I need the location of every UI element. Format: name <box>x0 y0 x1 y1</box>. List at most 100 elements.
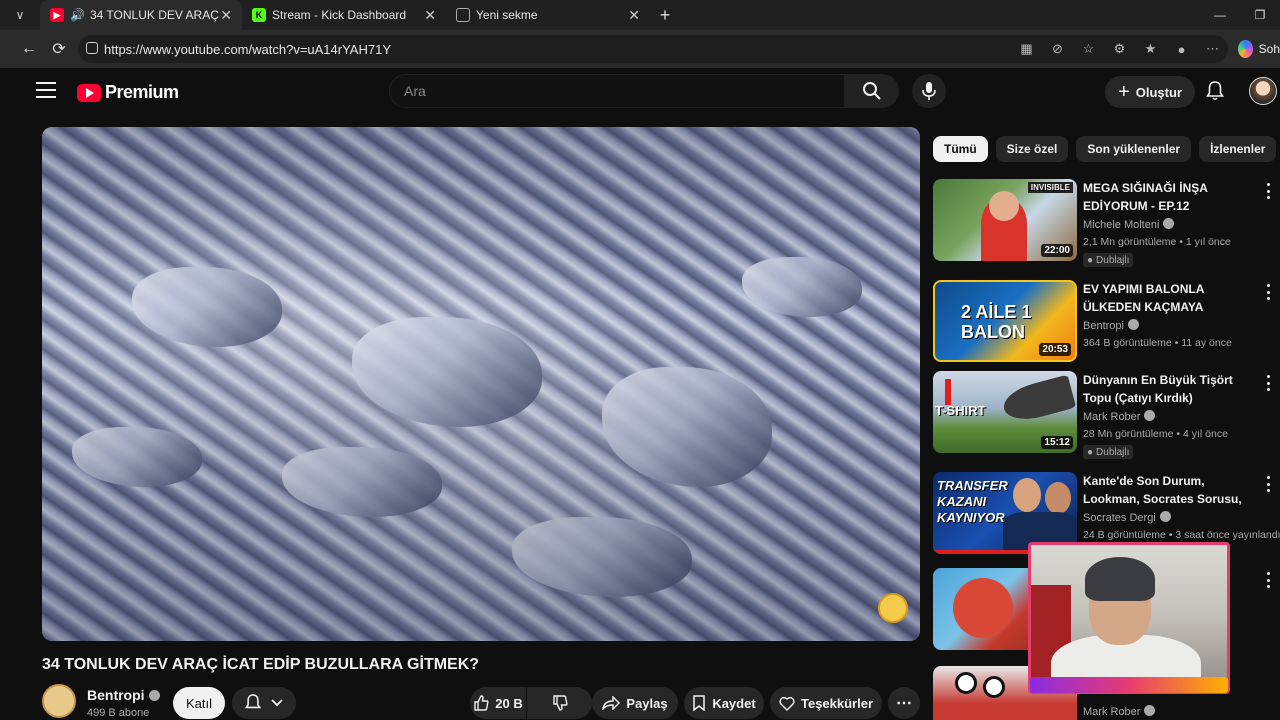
like-count: 20 B <box>495 695 523 711</box>
rec-channel-name: Mark Rober <box>1083 411 1141 423</box>
copilot-button[interactable]: Soh <box>1238 38 1280 60</box>
save-label: Kaydet <box>712 695 756 711</box>
chevron-down-icon <box>271 699 283 707</box>
tab-kick[interactable]: K Stream - Kick Dashboard ✕ <box>242 0 446 30</box>
minimize-icon[interactable]: — <box>1200 0 1240 30</box>
rec-meta: 2,1 Mn görüntüleme • 1 yıl önce <box>1083 236 1231 248</box>
verified-check-icon <box>1127 319 1139 330</box>
duration-badge: 15:12 <box>1041 436 1073 449</box>
channel-avatar[interactable] <box>42 684 76 718</box>
subscriber-count: 499 B abone <box>87 707 150 719</box>
search-input[interactable]: Ara <box>389 74 845 108</box>
more-vertical-icon[interactable] <box>1263 572 1273 588</box>
verified-check-icon <box>148 690 160 701</box>
more-vertical-icon[interactable] <box>1263 375 1273 391</box>
video-player[interactable] <box>42 127 920 641</box>
join-button[interactable]: Katıl <box>173 687 225 719</box>
channel-watermark-icon[interactable] <box>878 593 908 623</box>
duration-badge: 22:00 <box>1041 244 1073 257</box>
badge-label: Dublajlı <box>1096 254 1130 266</box>
youtube-header: Premium Ara + Oluştur <box>12 68 1280 118</box>
more-menu-icon[interactable]: ⋯ <box>1197 35 1228 63</box>
create-button[interactable]: + Oluştur <box>1105 76 1195 108</box>
rec-channel-name: Socrates Dergi <box>1083 512 1156 524</box>
site-info-icon[interactable] <box>86 42 98 54</box>
subscription-bell-button[interactable] <box>232 687 296 719</box>
more-vertical-icon[interactable] <box>1263 284 1273 300</box>
chip-recent[interactable]: Son yüklenenler <box>1076 136 1192 162</box>
close-tab-icon[interactable]: ✕ <box>628 7 640 24</box>
share-arrow-icon <box>602 696 621 710</box>
rec-channel-name: Mark Rober <box>1083 706 1141 718</box>
thumb-text: INVISIBLE <box>1027 182 1073 193</box>
extensions-icon[interactable]: ⚙ <box>1104 35 1135 63</box>
close-tab-icon[interactable]: ✕ <box>220 7 232 24</box>
thanks-button[interactable]: Teşekkürler <box>770 687 882 719</box>
favorites-icon[interactable]: ★ <box>1135 35 1166 63</box>
channel-name[interactable]: Bentropi <box>87 687 160 703</box>
tab-title: 34 TONLUK DEV ARAÇ İCAT E <box>89 8 220 22</box>
chip-for-you[interactable]: Size özel <box>995 136 1069 162</box>
profile-icon[interactable]: ● <box>1166 35 1197 63</box>
tab-title: Stream - Kick Dashboard <box>272 8 407 22</box>
copilot-logo-icon <box>1238 40 1253 58</box>
notifications-bell-icon[interactable] <box>1204 80 1226 102</box>
chip-all[interactable]: Tümü <box>933 136 988 162</box>
like-button[interactable]: 20 B <box>470 687 526 719</box>
rec-title: MEGA SIĞINAĞI İNŞA EDİYORUM - EP.12 <box>1083 181 1208 213</box>
heart-dollar-icon <box>779 696 795 711</box>
tab-new[interactable]: Yeni sekme ✕ <box>446 0 650 30</box>
youtube-logo[interactable]: Premium <box>77 82 179 103</box>
url-field[interactable]: https://www.youtube.com/watch?v=uA14rYAH… <box>78 35 1228 63</box>
more-vertical-icon[interactable] <box>1263 183 1273 199</box>
recommendation-item[interactable]: T-SHIRT 15:12 Dünyanın En Büyük Tişört T… <box>933 371 1280 459</box>
browser-tab-bar: ∨ ▶ 🔊 34 TONLUK DEV ARAÇ İCAT E ✕ K Stre… <box>0 0 1280 30</box>
tab-youtube[interactable]: ▶ 🔊 34 TONLUK DEV ARAÇ İCAT E ✕ <box>40 0 242 30</box>
new-tab-plus-icon[interactable]: + <box>650 0 680 30</box>
back-arrow-icon[interactable]: ← <box>14 34 44 64</box>
account-avatar[interactable] <box>1249 77 1277 105</box>
rec-title: EV YAPIMI BALONLA ÜLKEDEN KAÇMAYA ÇALIŞA… <box>1083 282 1204 314</box>
more-vertical-icon[interactable] <box>1263 476 1273 492</box>
reload-icon[interactable]: ⟳ <box>44 34 74 64</box>
save-button[interactable]: Kaydet <box>684 687 764 719</box>
menu-hamburger-icon[interactable] <box>36 82 56 98</box>
thumbs-up-icon <box>474 695 489 711</box>
rec-channel: Bentropi <box>1083 319 1139 332</box>
bell-icon <box>245 694 261 709</box>
close-tab-icon[interactable]: ✕ <box>424 7 436 24</box>
microphone-icon <box>922 82 936 100</box>
tab-list-chevron-icon[interactable]: ∨ <box>0 0 40 30</box>
thumb-text: TRANSFER KAZANI KAYNIYOR <box>937 478 1008 525</box>
more-actions-button[interactable]: ⋯ <box>888 687 920 719</box>
badge-label: Dublajlı <box>1096 446 1130 458</box>
webcam-frame-bar <box>1030 677 1228 693</box>
recommendation-item[interactable]: INVISIBLE 22:00 MEGA SIĞINAĞI İNŞA EDİYO… <box>933 179 1280 267</box>
video-thumbnail[interactable]: INVISIBLE 22:00 <box>933 179 1077 261</box>
thanks-label: Teşekkürler <box>800 695 874 711</box>
youtube-play-icon <box>77 83 101 102</box>
channel-name-text: Bentropi <box>87 687 145 703</box>
share-label: Paylaş <box>626 695 668 711</box>
voice-search-button[interactable] <box>912 74 946 108</box>
youtube-favicon-icon: ▶ <box>50 8 64 22</box>
rec-channel: Mark Rober <box>1083 410 1156 423</box>
verified-check-icon <box>1144 705 1156 716</box>
speaker-icon[interactable]: 🔊 <box>70 8 85 22</box>
app-grid-icon[interactable]: ▦ <box>1011 35 1042 63</box>
video-thumbnail[interactable]: T-SHIRT 15:12 <box>933 371 1077 453</box>
recommendation-item[interactable]: 2 AİLE 1 BALON 20:53 EV YAPIMI BALONLA Ü… <box>933 280 1280 366</box>
chip-watched[interactable]: İzlenenler <box>1199 136 1277 162</box>
maximize-icon[interactable]: ❐ <box>1240 0 1280 30</box>
search-icon <box>863 82 881 100</box>
create-label: Oluştur <box>1135 84 1182 100</box>
more-horizontal-icon: ⋯ <box>896 695 912 712</box>
share-button[interactable]: Paylaş <box>592 687 678 719</box>
favorite-star-icon[interactable]: ☆ <box>1073 35 1104 63</box>
video-thumbnail[interactable]: 2 AİLE 1 BALON 20:53 <box>933 280 1077 362</box>
search-button[interactable] <box>845 74 899 108</box>
dislike-button[interactable] <box>527 687 592 719</box>
tab-title: Yeni sekme <box>476 8 538 22</box>
dubbed-badge: ● Dublajlı <box>1083 445 1134 459</box>
tracking-prevention-icon[interactable]: ⊘ <box>1042 35 1073 63</box>
